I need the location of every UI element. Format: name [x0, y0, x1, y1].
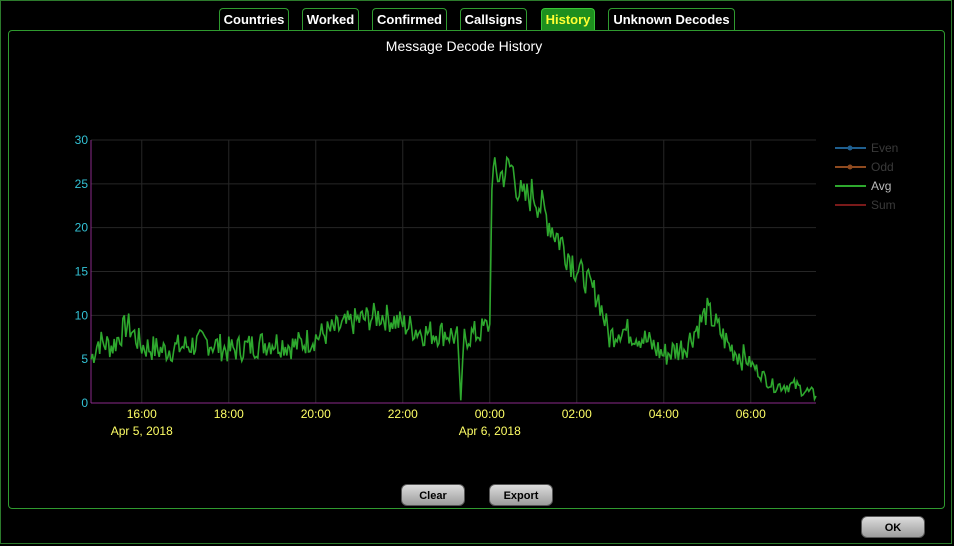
y-tick-label: 20 [75, 221, 89, 235]
clear-button[interactable]: Clear [401, 484, 465, 506]
x-date-label: Apr 6, 2018 [459, 424, 521, 438]
x-tick-label: 06:00 [736, 407, 766, 421]
y-tick-label: 10 [75, 308, 89, 322]
x-tick-label: 02:00 [562, 407, 592, 421]
x-tick-label: 20:00 [301, 407, 331, 421]
legend-label: Avg [871, 179, 891, 193]
legend-label: Odd [871, 160, 894, 174]
x-date-label: Apr 5, 2018 [111, 424, 173, 438]
y-tick-label: 25 [75, 177, 89, 191]
legend-marker [847, 145, 853, 151]
export-button[interactable]: Export [489, 484, 553, 506]
x-tick-label: 04:00 [649, 407, 679, 421]
x-tick-label: 18:00 [214, 407, 244, 421]
ok-button[interactable]: OK [861, 516, 925, 538]
x-tick-label: 22:00 [388, 407, 418, 421]
y-tick-label: 5 [81, 352, 88, 366]
y-tick-label: 30 [75, 133, 89, 147]
y-tick-label: 0 [81, 396, 88, 410]
legend-marker [847, 164, 853, 170]
decode-history-chart: 0 5 10 15 20 25 30 16:00 Apr 5, 2018 18:00 20:00 22… [75, 133, 899, 438]
x-tick-label: 16:00 [127, 407, 157, 421]
legend-label: Even [871, 141, 898, 155]
series-line-avg [90, 155, 817, 402]
legend-label: Sum [871, 198, 896, 212]
x-tick-label: 00:00 [475, 407, 505, 421]
y-tick-label: 15 [75, 265, 89, 279]
